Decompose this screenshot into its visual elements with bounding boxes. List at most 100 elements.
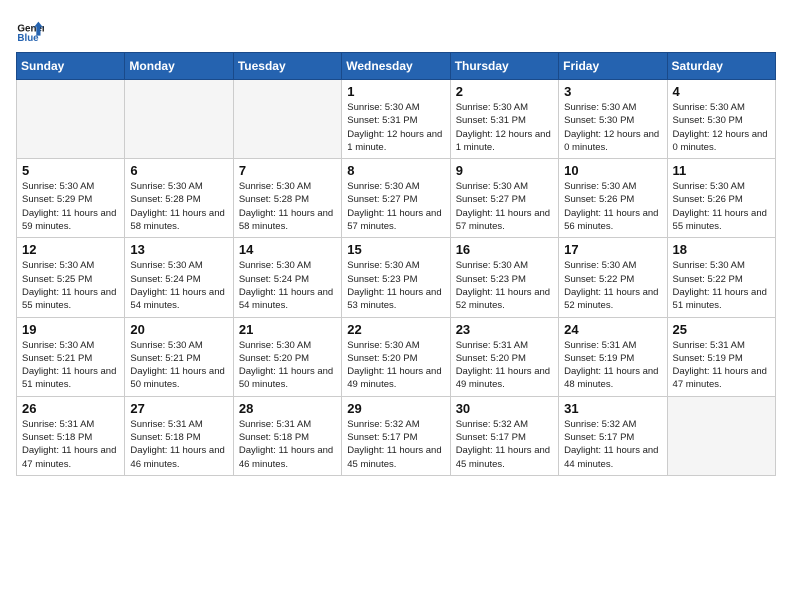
header-sunday: Sunday bbox=[17, 53, 125, 80]
day-number: 12 bbox=[22, 242, 119, 257]
header-wednesday: Wednesday bbox=[342, 53, 450, 80]
calendar-cell: 24Sunrise: 5:31 AMSunset: 5:19 PMDayligh… bbox=[559, 317, 667, 396]
cell-details: Sunrise: 5:30 AMSunset: 5:24 PMDaylight:… bbox=[130, 259, 227, 312]
day-number: 7 bbox=[239, 163, 336, 178]
header-saturday: Saturday bbox=[667, 53, 775, 80]
calendar-cell: 26 Sunrise: 5:31 AMSunset: 5:18 PMDayligh… bbox=[17, 396, 125, 475]
cell-details: Sunrise: 5:30 AMSunset: 5:25 PMDaylight:… bbox=[22, 259, 119, 312]
calendar-cell: 8 Sunrise: 5:30 AMSunset: 5:27 PMDaylight… bbox=[342, 159, 450, 238]
day-number: 24 bbox=[564, 322, 661, 337]
cell-details: Sunrise: 5:30 AMSunset: 5:21 PMDaylight:… bbox=[130, 339, 227, 392]
day-number: 17 bbox=[564, 242, 661, 257]
cell-details: Sunrise: 5:30 AMSunset: 5:23 PMDaylight:… bbox=[456, 259, 553, 312]
cell-details: Sunrise: 5:30 AMSunset: 5:20 PMDaylight:… bbox=[347, 339, 444, 392]
calendar-cell: 3 Sunrise: 5:30 AMSunset: 5:30 PMDaylight… bbox=[559, 80, 667, 159]
day-number: 14 bbox=[239, 242, 336, 257]
calendar-cell: 18 Sunrise: 5:30 AMSunset: 5:22 PMDayligh… bbox=[667, 238, 775, 317]
cell-details: Sunrise: 5:32 AMSunset: 5:17 PMDaylight:… bbox=[347, 418, 444, 471]
calendar-cell: 10 Sunrise: 5:30 AMSunset: 5:26 PMDayligh… bbox=[559, 159, 667, 238]
cell-details: Sunrise: 5:31 AMSunset: 5:19 PMDaylight:… bbox=[673, 339, 770, 392]
cell-details: Sunrise: 5:30 AMSunset: 5:20 PMDaylight:… bbox=[239, 339, 336, 392]
calendar-cell: 2Sunrise: 5:30 AMSunset: 5:31 PMDaylight… bbox=[450, 80, 558, 159]
day-number: 21 bbox=[239, 322, 336, 337]
cell-details: Sunrise: 5:30 AMSunset: 5:24 PMDaylight:… bbox=[239, 259, 336, 312]
calendar-cell: 13Sunrise: 5:30 AMSunset: 5:24 PMDayligh… bbox=[125, 238, 233, 317]
day-number: 2 bbox=[456, 84, 553, 99]
header-tuesday: Tuesday bbox=[233, 53, 341, 80]
day-number: 20 bbox=[130, 322, 227, 337]
cell-details: Sunrise: 5:30 AMSunset: 5:22 PMDaylight:… bbox=[673, 259, 770, 312]
calendar-cell bbox=[17, 80, 125, 159]
day-number: 28 bbox=[239, 401, 336, 416]
day-number: 6 bbox=[130, 163, 227, 178]
cell-details: Sunrise: 5:30 AMSunset: 5:22 PMDaylight:… bbox=[564, 259, 661, 312]
calendar-week-4: 19Sunrise: 5:30 AMSunset: 5:21 PMDayligh… bbox=[17, 317, 776, 396]
day-number: 15 bbox=[347, 242, 444, 257]
calendar-cell: 20 Sunrise: 5:30 AMSunset: 5:21 PMDayligh… bbox=[125, 317, 233, 396]
day-number: 1 bbox=[347, 84, 444, 99]
calendar-cell: 28 Sunrise: 5:31 AMSunset: 5:18 PMDayligh… bbox=[233, 396, 341, 475]
cell-details: Sunrise: 5:30 AMSunset: 5:26 PMDaylight:… bbox=[564, 180, 661, 233]
day-number: 4 bbox=[673, 84, 770, 99]
calendar-cell: 14 Sunrise: 5:30 AMSunset: 5:24 PMDayligh… bbox=[233, 238, 341, 317]
day-number: 10 bbox=[564, 163, 661, 178]
cell-details: Sunrise: 5:30 AMSunset: 5:27 PMDaylight:… bbox=[347, 180, 444, 233]
cell-details: Sunrise: 5:30 AMSunset: 5:28 PMDaylight:… bbox=[130, 180, 227, 233]
calendar-cell bbox=[125, 80, 233, 159]
calendar-cell: 22 Sunrise: 5:30 AMSunset: 5:20 PMDayligh… bbox=[342, 317, 450, 396]
calendar-cell: 7Sunrise: 5:30 AMSunset: 5:28 PMDaylight… bbox=[233, 159, 341, 238]
cell-details: Sunrise: 5:30 AMSunset: 5:29 PMDaylight:… bbox=[22, 180, 119, 233]
day-number: 25 bbox=[673, 322, 770, 337]
calendar-cell: 16 Sunrise: 5:30 AMSunset: 5:23 PMDayligh… bbox=[450, 238, 558, 317]
calendar-cell: 5 Sunrise: 5:30 AMSunset: 5:29 PMDaylight… bbox=[17, 159, 125, 238]
cell-details: Sunrise: 5:30 AMSunset: 5:26 PMDaylight:… bbox=[673, 180, 770, 233]
day-number: 26 bbox=[22, 401, 119, 416]
day-number: 16 bbox=[456, 242, 553, 257]
page-header: General Blue bbox=[16, 16, 776, 44]
calendar-cell: 19Sunrise: 5:30 AMSunset: 5:21 PMDayligh… bbox=[17, 317, 125, 396]
day-number: 11 bbox=[673, 163, 770, 178]
calendar-cell: 27 Sunrise: 5:31 AMSunset: 5:18 PMDayligh… bbox=[125, 396, 233, 475]
cell-details: Sunrise: 5:31 AMSunset: 5:18 PMDaylight:… bbox=[239, 418, 336, 471]
calendar-cell: 11 Sunrise: 5:30 AMSunset: 5:26 PMDayligh… bbox=[667, 159, 775, 238]
calendar-week-5: 26 Sunrise: 5:31 AMSunset: 5:18 PMDayligh… bbox=[17, 396, 776, 475]
day-number: 5 bbox=[22, 163, 119, 178]
day-number: 18 bbox=[673, 242, 770, 257]
cell-details: Sunrise: 5:30 AMSunset: 5:30 PMDaylight:… bbox=[673, 101, 770, 154]
day-number: 29 bbox=[347, 401, 444, 416]
calendar-cell: 21 Sunrise: 5:30 AMSunset: 5:20 PMDayligh… bbox=[233, 317, 341, 396]
header-monday: Monday bbox=[125, 53, 233, 80]
day-number: 31 bbox=[564, 401, 661, 416]
calendar-table: SundayMondayTuesdayWednesdayThursdayFrid… bbox=[16, 52, 776, 476]
day-number: 3 bbox=[564, 84, 661, 99]
calendar-cell: 25 Sunrise: 5:31 AMSunset: 5:19 PMDayligh… bbox=[667, 317, 775, 396]
calendar-cell: 9Sunrise: 5:30 AMSunset: 5:27 PMDaylight… bbox=[450, 159, 558, 238]
calendar-week-3: 12 Sunrise: 5:30 AMSunset: 5:25 PMDayligh… bbox=[17, 238, 776, 317]
calendar-cell: 6 Sunrise: 5:30 AMSunset: 5:28 PMDaylight… bbox=[125, 159, 233, 238]
header-friday: Friday bbox=[559, 53, 667, 80]
day-number: 22 bbox=[347, 322, 444, 337]
cell-details: Sunrise: 5:30 AMSunset: 5:30 PMDaylight:… bbox=[564, 101, 661, 154]
day-number: 30 bbox=[456, 401, 553, 416]
day-number: 9 bbox=[456, 163, 553, 178]
cell-details: Sunrise: 5:32 AMSunset: 5:17 PMDaylight:… bbox=[564, 418, 661, 471]
day-number: 8 bbox=[347, 163, 444, 178]
header-thursday: Thursday bbox=[450, 53, 558, 80]
day-number: 23 bbox=[456, 322, 553, 337]
logo: General Blue bbox=[16, 16, 48, 44]
cell-details: Sunrise: 5:30 AMSunset: 5:23 PMDaylight:… bbox=[347, 259, 444, 312]
calendar-week-1: 1Sunrise: 5:30 AMSunset: 5:31 PMDaylight… bbox=[17, 80, 776, 159]
calendar-cell: 4 Sunrise: 5:30 AMSunset: 5:30 PMDaylight… bbox=[667, 80, 775, 159]
cell-details: Sunrise: 5:31 AMSunset: 5:18 PMDaylight:… bbox=[22, 418, 119, 471]
calendar-cell bbox=[233, 80, 341, 159]
calendar-cell: 17 Sunrise: 5:30 AMSunset: 5:22 PMDayligh… bbox=[559, 238, 667, 317]
svg-text:Blue: Blue bbox=[17, 33, 39, 44]
calendar-cell: 23Sunrise: 5:31 AMSunset: 5:20 PMDayligh… bbox=[450, 317, 558, 396]
day-number: 27 bbox=[130, 401, 227, 416]
cell-details: Sunrise: 5:32 AMSunset: 5:17 PMDaylight:… bbox=[456, 418, 553, 471]
calendar-week-2: 5 Sunrise: 5:30 AMSunset: 5:29 PMDaylight… bbox=[17, 159, 776, 238]
cell-details: Sunrise: 5:31 AMSunset: 5:18 PMDaylight:… bbox=[130, 418, 227, 471]
calendar-cell: 12 Sunrise: 5:30 AMSunset: 5:25 PMDayligh… bbox=[17, 238, 125, 317]
cell-details: Sunrise: 5:30 AMSunset: 5:21 PMDaylight:… bbox=[22, 339, 119, 392]
logo-icon: General Blue bbox=[16, 16, 44, 44]
